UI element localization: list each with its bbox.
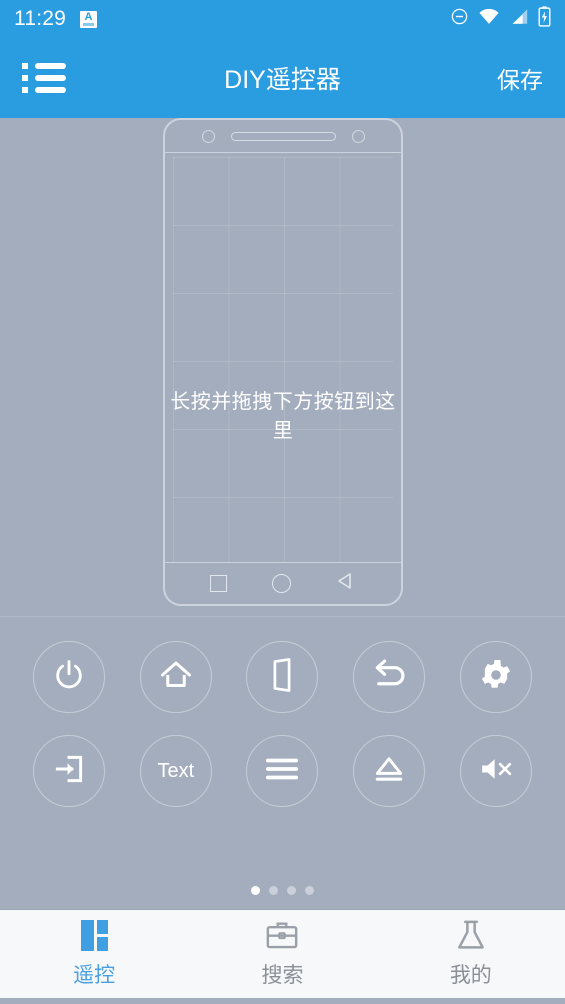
signal-icon	[509, 7, 529, 31]
back-button[interactable]	[353, 641, 426, 713]
page-dot[interactable]	[287, 886, 296, 895]
list-menu-icon[interactable]	[22, 63, 66, 93]
input-icon	[53, 753, 85, 790]
home-button[interactable]	[139, 641, 212, 713]
flask-icon	[455, 919, 487, 951]
menu-dot	[22, 87, 28, 93]
briefcase-icon	[265, 919, 299, 951]
page-dot[interactable]	[251, 886, 260, 895]
hamburger-icon	[265, 756, 299, 787]
home-circle-icon	[271, 574, 291, 593]
tab-remote[interactable]: 遥控	[0, 910, 188, 998]
palette-row-2: Text	[0, 735, 565, 807]
status-bar-right	[450, 6, 551, 32]
phone-nav-bar	[165, 562, 401, 604]
status-clock: 11:29	[14, 7, 66, 30]
bottom-tab-bar: 遥控 搜索 我的	[0, 909, 565, 998]
wifi-icon	[478, 7, 500, 31]
drop-hint-text: 长按并拖拽下方按钮到这里	[170, 391, 396, 442]
tab-mine[interactable]: 我的	[377, 910, 565, 998]
dnd-icon	[450, 7, 469, 31]
back-triangle-icon	[336, 571, 356, 596]
menu-line	[35, 87, 66, 93]
input-source-button[interactable]	[33, 735, 106, 807]
power-button[interactable]	[33, 641, 106, 713]
page-dot[interactable]	[269, 886, 278, 895]
tab-search-label: 搜索	[261, 964, 304, 987]
exit-button[interactable]	[246, 641, 319, 713]
text-icon: Text	[157, 759, 195, 782]
gear-icon	[478, 657, 514, 698]
power-icon	[52, 658, 86, 697]
mute-icon	[478, 755, 514, 788]
dashboard-icon	[80, 919, 108, 951]
menu-line	[35, 75, 66, 81]
tab-remote-label: 遥控	[73, 964, 116, 987]
phone-screen-dropzone[interactable]: 长按并拖拽下方按钮到这里	[165, 153, 401, 562]
menu-row	[22, 87, 66, 93]
eject-button[interactable]	[353, 735, 426, 807]
page-indicator[interactable]	[0, 886, 565, 895]
page-dot[interactable]	[305, 886, 314, 895]
tab-search[interactable]: 搜索	[188, 910, 376, 998]
status-bar: 11:29 A	[0, 0, 565, 38]
text-button[interactable]: Text	[139, 735, 212, 807]
menu-row	[22, 63, 66, 69]
earpiece-speaker-icon	[230, 131, 336, 141]
home-icon	[158, 657, 194, 698]
layout-grid	[173, 157, 393, 562]
page-title: DIY遥控器	[224, 66, 341, 94]
status-bar-left: 11:29 A	[14, 7, 97, 31]
menu-button[interactable]	[246, 735, 319, 807]
tab-mine-label: 我的	[449, 964, 492, 987]
button-palette: Text	[0, 617, 565, 909]
remote-preview-stage[interactable]: 长按并拖拽下方按钮到这里	[0, 118, 565, 617]
battery-charging-icon	[538, 6, 551, 32]
app-bar: DIY遥控器 保存	[0, 38, 565, 118]
door-icon	[267, 657, 297, 697]
eject-icon	[373, 754, 405, 789]
save-button[interactable]: 保存	[497, 61, 543, 95]
settings-button[interactable]	[459, 641, 532, 713]
menu-dot	[22, 75, 28, 81]
phone-frame: 长按并拖拽下方按钮到这里	[163, 118, 403, 606]
menu-dot	[22, 63, 28, 69]
camera-lens-icon	[201, 129, 215, 143]
menu-row	[22, 75, 66, 81]
palette-row-1	[0, 641, 565, 713]
mute-button[interactable]	[459, 735, 532, 807]
phone-earpiece-area	[165, 120, 401, 153]
input-method-icon: A	[80, 10, 97, 28]
back-arrow-icon	[370, 658, 408, 697]
sensor-lens-icon	[351, 129, 365, 143]
menu-line	[35, 63, 66, 69]
recents-square-icon	[209, 575, 227, 592]
